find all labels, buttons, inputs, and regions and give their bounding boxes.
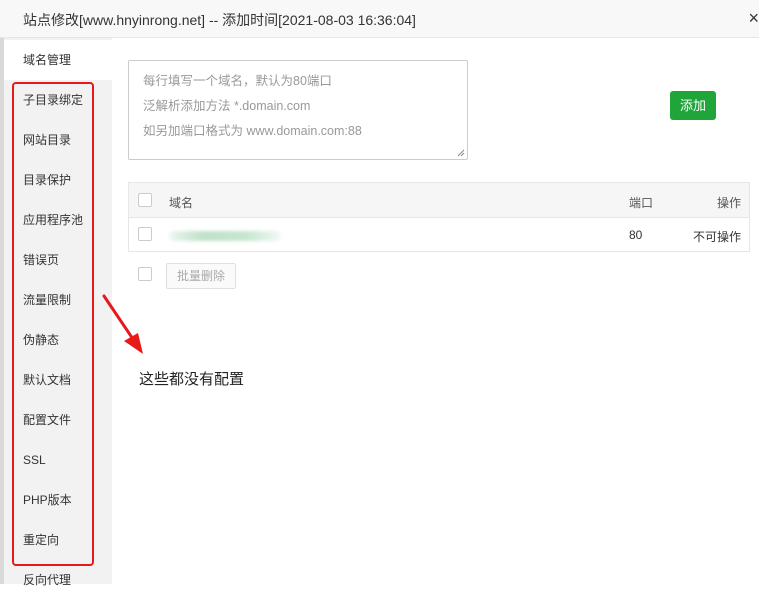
sidebar-item-rewrite[interactable]: 伪静态 [4,320,112,360]
row-port: 80 [629,228,643,242]
add-domain-button[interactable]: 添加 [670,91,716,120]
resize-handle-icon[interactable] [457,149,465,157]
dialog-titlebar: 站点修改[www.hnyinrong.net] -- 添加时间[2021-08-… [0,0,759,38]
placeholder-line: 每行填写一个域名，默认为80端口 [143,74,332,88]
sidebar-item-traffic-limit[interactable]: 流量限制 [4,280,112,320]
header-port: 端口 [629,196,654,210]
header-action: 操作 [716,196,741,210]
sidebar-item-error-page[interactable]: 错误页 [4,240,112,280]
domain-table: 域名 端口 操作 80 不可操作 [128,182,750,252]
redacted-domain [169,231,281,241]
table-row: 80 不可操作 [129,218,749,251]
sidebar-item-domain-management[interactable]: 域名管理 [4,40,112,80]
placeholder-line: 如另加端口格式为 www.domain.com:88 [143,124,362,138]
sidebar-item-php-version[interactable]: PHP版本 [4,480,112,520]
close-icon[interactable]: × [745,8,759,28]
sidebar-item-directory-protection[interactable]: 目录保护 [4,160,112,200]
sidebar: 域名管理 子目录绑定 网站目录 目录保护 应用程序池 错误页 流量限制 伪静态 … [4,38,112,587]
sidebar-item-ssl[interactable]: SSL [4,440,112,480]
row-checkbox[interactable] [138,227,152,241]
header-domain: 域名 [169,196,194,210]
sidebar-item-subdirectory-binding[interactable]: 子目录绑定 [4,80,112,120]
sidebar-item-redirect[interactable]: 重定向 [4,520,112,560]
dialog-title: 站点修改[www.hnyinrong.net] -- 添加时间[2021-08-… [23,12,416,28]
annotation-arrow-icon [102,294,143,354]
batch-select-checkbox[interactable] [138,267,152,281]
sidebar-item-reverse-proxy[interactable]: 反向代理 [4,560,112,600]
row-action: 不可操作 [692,230,741,244]
domain-input[interactable]: 每行填写一个域名，默认为80端口 泛解析添加方法 *.domain.com 如另… [128,60,468,160]
sidebar-item-config-file[interactable]: 配置文件 [4,400,112,440]
annotation-text: 这些都没有配置 [139,371,245,388]
sidebar-item-site-directory[interactable]: 网站目录 [4,120,112,160]
placeholder-line: 泛解析添加方法 *.domain.com [143,99,311,113]
batch-delete-button[interactable]: 批量删除 [166,263,236,289]
table-header: 域名 端口 操作 [129,183,749,218]
sidebar-item-default-document[interactable]: 默认文档 [4,360,112,400]
select-all-checkbox[interactable] [138,193,152,207]
sidebar-item-app-pool[interactable]: 应用程序池 [4,200,112,240]
